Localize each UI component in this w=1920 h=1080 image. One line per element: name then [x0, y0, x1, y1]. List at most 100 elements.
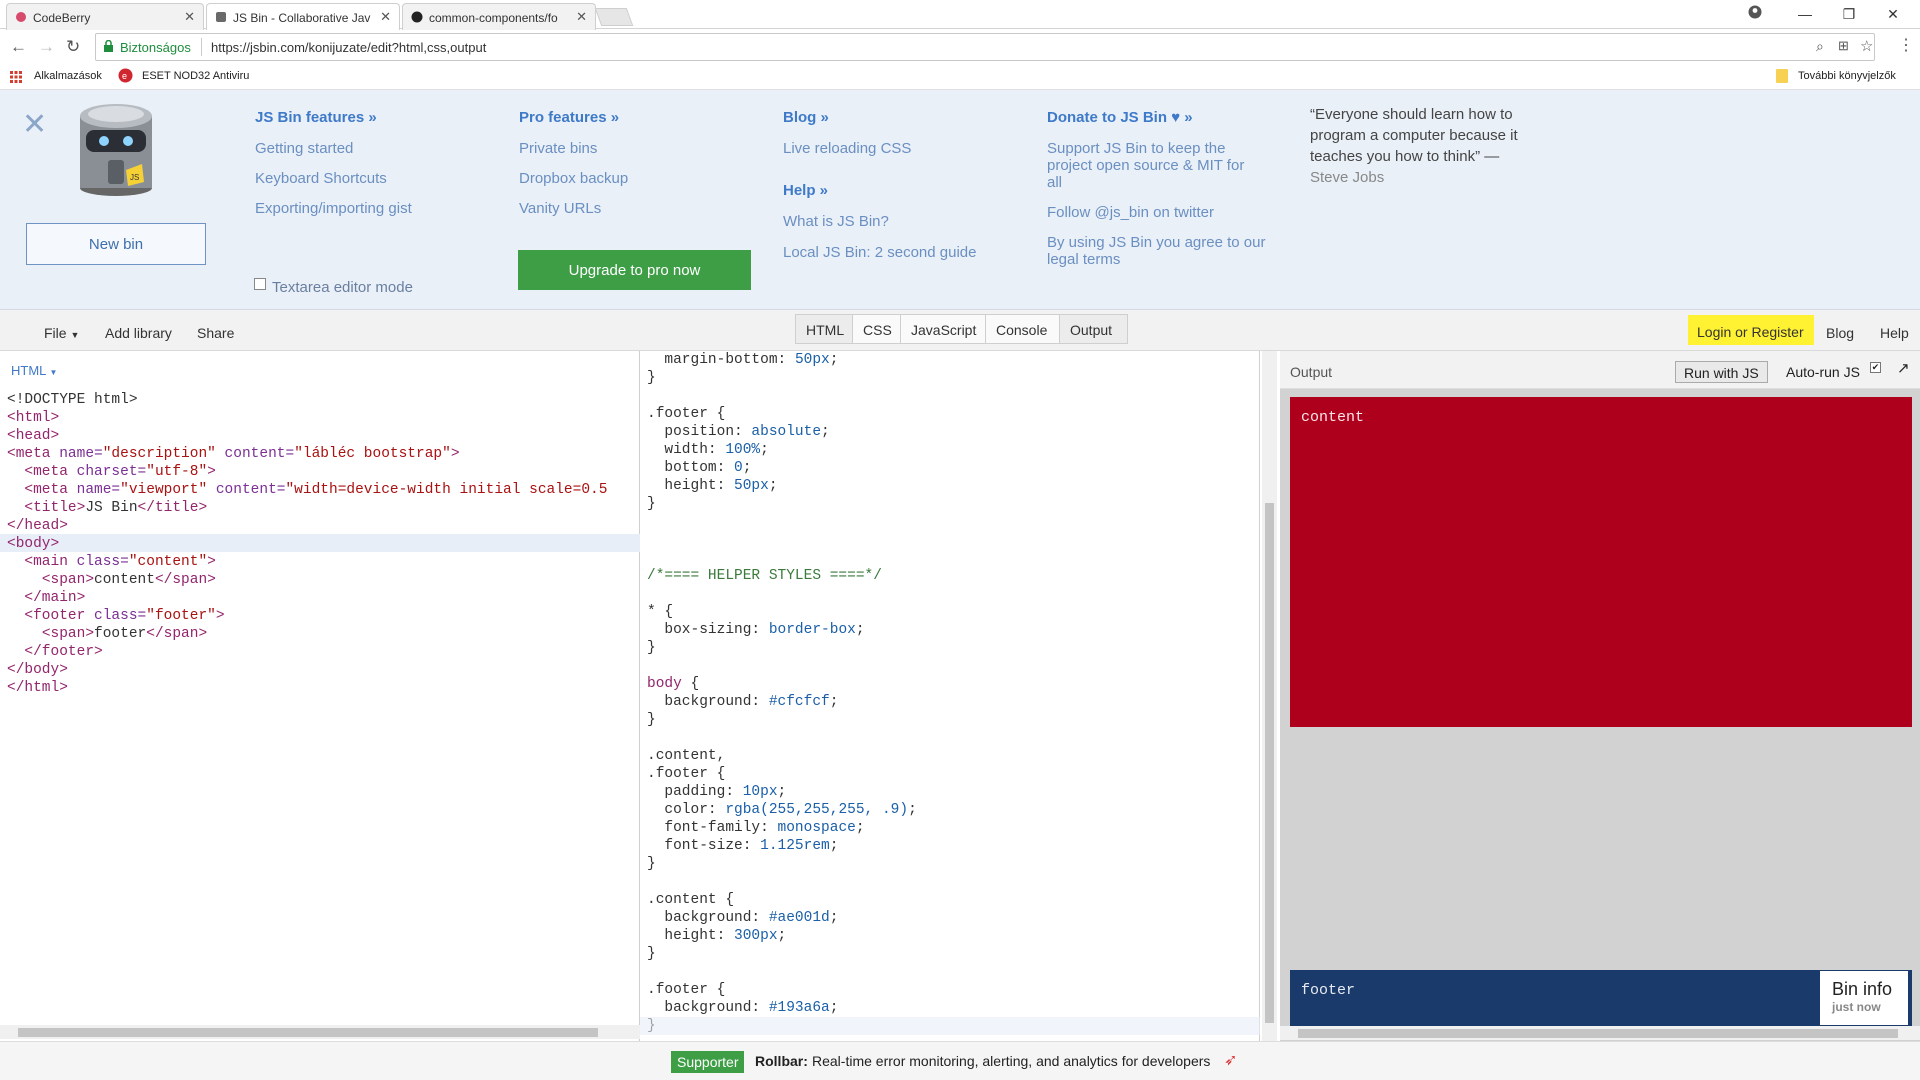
link-getting-started[interactable]: Getting started	[255, 140, 353, 157]
close-tab-icon[interactable]: ✕	[380, 9, 391, 25]
panel-toggle-javascript[interactable]: JavaScript	[900, 314, 986, 344]
panel-toggle-console[interactable]: Console	[985, 314, 1060, 344]
scrollbar-thumb[interactable]	[18, 1028, 598, 1037]
css-code-line: }	[647, 639, 917, 657]
html-code-line: <span>footer</span>	[7, 625, 607, 643]
close-window-icon[interactable]: ✕	[1873, 2, 1913, 26]
html-code-line: </footer>	[7, 643, 607, 661]
link-local-jsbin[interactable]: Local JS Bin: 2 second guide	[783, 244, 976, 261]
link-follow-twitter[interactable]: Follow @js_bin on twitter	[1047, 204, 1214, 221]
link-vanity-urls[interactable]: Vanity URLs	[519, 200, 601, 217]
close-tab-icon[interactable]: ✕	[576, 9, 587, 25]
panel-toggle-css[interactable]: CSS	[852, 314, 901, 344]
file-menu[interactable]: File ▼	[44, 325, 79, 341]
bookmark-eset[interactable]: ESET NOD32 Antiviru	[142, 70, 249, 82]
code-token: >	[450, 446, 460, 462]
maximize-icon[interactable]: ❐	[1829, 2, 1869, 26]
link-exporting-gist[interactable]: Exporting/importing gist	[255, 200, 412, 217]
bin-info-widget[interactable]: Bin info just now	[1820, 971, 1908, 1025]
code-token: }	[647, 712, 656, 728]
pro-heading[interactable]: Pro features »	[519, 109, 619, 126]
menu-dots-icon[interactable]: ⋮	[1898, 37, 1914, 54]
html-panel-label[interactable]: HTML ▼	[11, 363, 57, 378]
help-link[interactable]: Help	[1880, 325, 1909, 341]
tab-jsbin[interactable]: JS Bin - Collaborative Jav ✕	[206, 3, 400, 30]
html-editor-panel[interactable]: HTML ▼ <!DOCTYPE html> <html> <head> <meta …	[0, 351, 640, 1041]
scrollbar-thumb[interactable]	[1265, 503, 1274, 1023]
html-code-line: <meta name="viewport" content="width=dev…	[7, 481, 607, 499]
code-token: <html>	[7, 410, 60, 426]
rollbar-brand[interactable]: Rollbar:	[755, 1053, 808, 1069]
link-legal-terms[interactable]: By using JS Bin you agree to our legal t…	[1047, 234, 1265, 268]
autorun-checkbox[interactable]: ✔	[1870, 362, 1881, 373]
vertical-scrollbar[interactable]	[1262, 351, 1277, 1041]
code-token: </footer>	[24, 644, 103, 660]
tab-codeberry[interactable]: CodeBerry ✕	[6, 3, 204, 30]
code-token: #cfcfcf	[768, 694, 830, 710]
translate-icon[interactable]: ⊞	[1838, 38, 1849, 54]
jsbin-logo-icon: JS	[78, 100, 154, 200]
code-token: .content,	[647, 748, 726, 764]
forward-arrow-icon[interactable]: →	[38, 38, 55, 55]
new-bin-button[interactable]: New bin	[26, 223, 206, 265]
panel-toggle-html[interactable]: HTML	[795, 314, 853, 344]
bookmark-star-icon[interactable]: ☆	[1860, 37, 1873, 55]
close-menu-icon[interactable]: ✕	[22, 110, 47, 140]
other-bookmarks[interactable]: További könyvjelzők	[1798, 70, 1896, 82]
add-library-button[interactable]: Add library	[105, 325, 172, 341]
zoom-icon[interactable]: ⌕	[1816, 38, 1824, 55]
support-line-1: Support JS Bin to keep the	[1047, 140, 1226, 157]
code-token: footer	[94, 626, 147, 642]
code-token: </html>	[7, 680, 68, 696]
panel-toggle-output[interactable]: Output	[1059, 314, 1128, 344]
back-arrow-icon[interactable]: ←	[10, 38, 27, 55]
close-tab-icon[interactable]: ✕	[184, 9, 195, 25]
url-text[interactable]: https://jsbin.com/konijuzate/edit?html,c…	[211, 40, 486, 55]
supporter-badge[interactable]: Supporter	[671, 1051, 745, 1073]
link-dropbox-backup[interactable]: Dropbox backup	[519, 170, 628, 187]
help-heading[interactable]: Help »	[783, 182, 828, 199]
link-live-reloading-css[interactable]: Live reloading CSS	[783, 140, 911, 157]
login-register-button[interactable]: Login or Register	[1688, 315, 1814, 345]
html-code-line: <head>	[7, 427, 607, 445]
css-editor-panel[interactable]: margin-bottom: 50px;} .footer { position:…	[640, 351, 1277, 1041]
textarea-mode-checkbox[interactable]	[254, 278, 266, 290]
code-token: ;	[855, 622, 865, 638]
profile-icon[interactable]	[1735, 2, 1775, 26]
blog-link[interactable]: Blog	[1826, 325, 1854, 341]
code-token: ;	[742, 460, 752, 476]
html-code-line: <footer class="footer">	[7, 607, 607, 625]
link-keyboard-shortcuts[interactable]: Keyboard Shortcuts	[255, 170, 387, 187]
blog-heading[interactable]: Blog »	[783, 109, 829, 126]
css-code-line: .footer {	[647, 405, 917, 423]
link-private-bins[interactable]: Private bins	[519, 140, 597, 157]
horizontal-scrollbar[interactable]	[0, 1025, 640, 1039]
link-what-is-jsbin[interactable]: What is JS Bin?	[783, 213, 889, 230]
bookmark-apps[interactable]: Alkalmazások	[34, 70, 102, 82]
css-code-line: .content,	[647, 747, 917, 765]
css-code-line: }	[647, 369, 917, 387]
omnibox[interactable]: Biztonságos https://jsbin.com/konijuzate…	[95, 33, 1875, 61]
html-code-line: <span>content</span>	[7, 571, 607, 589]
features-heading[interactable]: JS Bin features »	[255, 109, 377, 126]
upgrade-pro-button[interactable]: Upgrade to pro now	[518, 250, 751, 290]
code-token: </body>	[7, 662, 68, 678]
tab-github[interactable]: common-components/fo ✕	[402, 3, 596, 30]
code-token: >	[207, 464, 216, 480]
new-tab-button[interactable]	[594, 8, 634, 26]
share-button[interactable]: Share	[197, 325, 234, 341]
link-support-jsbin[interactable]: Support JS Bin to keep the project open …	[1047, 140, 1244, 191]
css-code-line	[647, 963, 917, 981]
minimize-icon[interactable]: —	[1785, 2, 1825, 26]
popout-arrow-icon[interactable]: ↗	[1897, 359, 1910, 377]
code-token: height:	[647, 478, 735, 494]
bin-info-title: Bin info	[1832, 979, 1893, 999]
run-with-js-button[interactable]: Run with JS	[1675, 361, 1768, 383]
reload-icon[interactable]: ↻	[66, 38, 80, 55]
horizontal-scrollbar[interactable]	[1280, 1026, 1920, 1040]
browser-tab-bar: CodeBerry ✕ JS Bin - Collaborative Jav ✕…	[0, 0, 1920, 30]
rollbar-ad-text[interactable]: Real-time error monitoring, alerting, an…	[812, 1053, 1210, 1069]
heart-icon: ♥	[1171, 109, 1181, 126]
donate-heading[interactable]: Donate to JS Bin ♥ »	[1047, 109, 1193, 126]
scrollbar-thumb[interactable]	[1298, 1029, 1898, 1038]
